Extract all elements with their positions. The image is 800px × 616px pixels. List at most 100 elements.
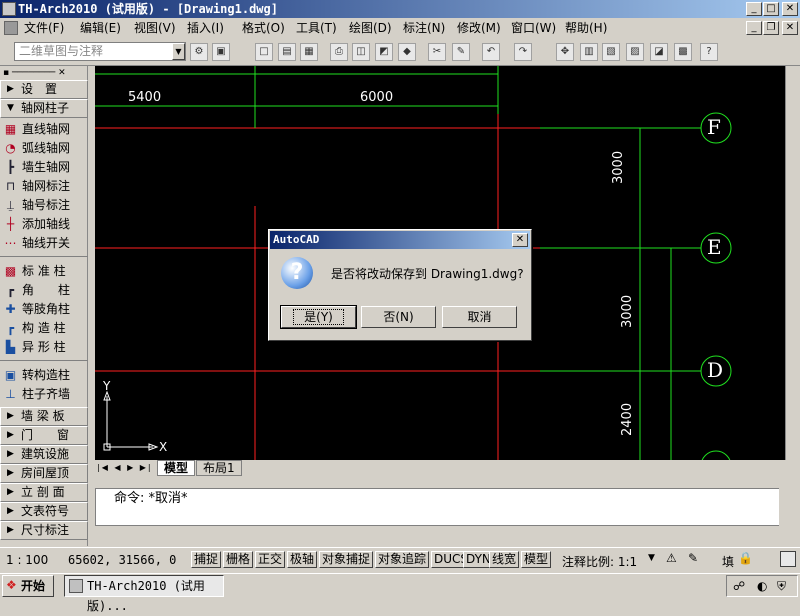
annotation-scale[interactable]: 注释比例: 1:1	[562, 553, 637, 570]
sidebar-item-wall-grid[interactable]: ┣ 墙生轴网	[0, 158, 88, 177]
workspace-settings-icon[interactable]: ⚙	[190, 43, 208, 61]
redo-icon[interactable]: ↷	[514, 43, 532, 61]
sidebar-group-text-symbols[interactable]: ▶ 文表符号	[0, 502, 88, 521]
no-button[interactable]: 否(N)	[361, 306, 436, 328]
osnap-toggle[interactable]: 对象捕捉	[319, 551, 374, 568]
publish-icon[interactable]: ◩	[375, 43, 393, 61]
close-button[interactable]: ✕	[782, 2, 798, 16]
window-title: TH-Arch2010 (试用版) - [Drawing1.dwg]	[18, 2, 278, 16]
menu-insert[interactable]: 插入(I)	[187, 20, 224, 36]
otrack-toggle[interactable]: 对象追踪	[375, 551, 430, 568]
undo-icon[interactable]: ↶	[482, 43, 500, 61]
app-icon[interactable]	[2, 2, 16, 16]
dialog-close-button[interactable]: ✕	[512, 233, 528, 247]
menu-window[interactable]: 窗口(W)	[511, 20, 556, 36]
lineweight-toggle[interactable]: 线宽	[489, 551, 520, 568]
tab-model[interactable]: 模型	[157, 460, 196, 476]
lock-icon[interactable]: 🔒	[738, 551, 754, 567]
menu-help[interactable]: 帮助(H)	[565, 20, 607, 36]
network-icon[interactable]: ☍	[733, 579, 745, 593]
document-icon[interactable]	[4, 21, 18, 35]
match-properties-icon[interactable]: ✎	[452, 43, 470, 61]
polar-toggle[interactable]: 极轴	[287, 551, 318, 568]
menu-file[interactable]: 文件(F)	[24, 20, 64, 36]
cut-icon[interactable]: ✂	[428, 43, 446, 61]
menu-view[interactable]: 视图(V)	[134, 20, 176, 36]
save-icon[interactable]: ▦	[300, 43, 318, 61]
sidebar-item-axis-toggle[interactable]: ⋯ 轴线开关	[0, 234, 88, 253]
vertical-scrollbar[interactable]	[785, 66, 800, 460]
chevron-down-icon[interactable]: ▼	[172, 43, 185, 60]
sidebar-handle[interactable]: ▪ ──────── ✕	[3, 68, 85, 78]
annotation-visibility-icon[interactable]: ⚠	[666, 551, 682, 567]
model-toggle[interactable]: 模型	[521, 551, 552, 568]
sidebar-item-straight-grid[interactable]: ▦ 直线轴网	[0, 120, 88, 139]
sidebar-group-doors-windows[interactable]: ▶ 门 窗	[0, 426, 88, 445]
command-window[interactable]: 命令: *取消*	[95, 488, 785, 526]
sidebar-item-constructional-column[interactable]: ┏ 构 造 柱	[0, 319, 88, 338]
sidebar-item-equal-corner-column[interactable]: ✚ 等肢角柱	[0, 300, 88, 319]
sidebar-group-dimensions[interactable]: ▶ 尺寸标注	[0, 521, 88, 540]
clean-screen-icon[interactable]	[780, 551, 796, 567]
calculator-icon[interactable]: ▩	[674, 43, 692, 61]
security-icon[interactable]: ⛨	[777, 579, 786, 594]
pan-icon[interactable]: ✥	[556, 43, 574, 61]
auto-scale-icon[interactable]: ✎	[688, 551, 704, 567]
sidebar-group-settings[interactable]: ▶ 设 置	[0, 80, 88, 99]
tab-layout1[interactable]: 布局1	[196, 460, 242, 476]
properties-icon[interactable]: ▥	[580, 43, 598, 61]
tool-palettes-icon[interactable]: ▨	[626, 43, 644, 61]
open-file-icon[interactable]: ▤	[278, 43, 296, 61]
sidebar-group-facilities[interactable]: ▶ 建筑设施	[0, 445, 88, 464]
scale-readout[interactable]: 1 : 100	[6, 553, 48, 567]
ortho-toggle[interactable]: 正交	[255, 551, 286, 568]
cancel-button[interactable]: 取消	[442, 306, 517, 328]
sidebar-group-rooms[interactable]: ▶ 房间屋顶	[0, 464, 88, 483]
sidebar-group-wall-beam[interactable]: ▶ 墙 梁 板	[0, 407, 88, 426]
chevron-down-icon[interactable]: ▼	[648, 553, 655, 563]
doc-restore-button[interactable]: ❐	[763, 21, 779, 35]
workspace-select[interactable]: 二维草图与注释	[14, 42, 186, 61]
sidebar-item-align-column[interactable]: ⊥ 柱子齐墙	[0, 385, 88, 404]
3d-publish-icon[interactable]: ◆	[398, 43, 416, 61]
menu-draw[interactable]: 绘图(D)	[349, 20, 392, 36]
sidebar-item-convert-column[interactable]: ▣ 转构造柱	[0, 366, 88, 385]
triangle-down-icon: ▼	[7, 103, 14, 113]
yes-button[interactable]: 是(Y)	[280, 305, 357, 329]
sidebar-item-axis-number[interactable]: ⍊ 轴号标注	[0, 196, 88, 215]
sidebar-item-standard-column[interactable]: ▩ 标 准 柱	[0, 262, 88, 281]
sidebar-item-grid-dim[interactable]: ⊓ 轴网标注	[0, 177, 88, 196]
sidebar-item-corner-column[interactable]: ┏ 角 柱	[0, 281, 88, 300]
print-icon[interactable]: ⎙	[330, 43, 348, 61]
doc-close-button[interactable]: ✕	[782, 21, 798, 35]
horizontal-scrollbar[interactable]	[95, 526, 785, 541]
menu-edit[interactable]: 编辑(E)	[80, 20, 121, 36]
doc-minimize-button[interactable]: _	[746, 21, 762, 35]
menu-tools[interactable]: 工具(T)	[296, 20, 337, 36]
minimize-button[interactable]: _	[746, 2, 762, 16]
volume-icon[interactable]: ◐	[757, 579, 767, 593]
sidebar-group-elevation[interactable]: ▶ 立 剖 面	[0, 483, 88, 502]
sidebar-item-shaped-column[interactable]: ▙ 异 形 柱	[0, 338, 88, 357]
command-scrollbar[interactable]	[779, 488, 796, 526]
menu-format[interactable]: 格式(O)	[242, 20, 285, 36]
snap-toggle[interactable]: 捕捉	[191, 551, 222, 568]
help-icon[interactable]: ?	[700, 43, 718, 61]
sidebar-item-arc-grid[interactable]: ◔ 弧线轴网	[0, 139, 88, 158]
grid-toggle[interactable]: 栅格	[223, 551, 254, 568]
start-button[interactable]: ❖ 开始	[2, 575, 54, 597]
menu-modify[interactable]: 修改(M)	[457, 20, 501, 36]
fill-toggle[interactable]: 填	[722, 553, 734, 570]
dim-text-5400: 5400	[128, 90, 162, 105]
maximize-button[interactable]: □	[763, 2, 779, 16]
preview-icon[interactable]: ◫	[352, 43, 370, 61]
sheet-set-icon[interactable]: ◪	[650, 43, 668, 61]
new-file-icon[interactable]: □	[255, 43, 273, 61]
sidebar-group-axis-columns[interactable]: ▼ 轴网柱子	[0, 99, 88, 118]
tab-nav-arrows[interactable]: |◀ ◀ ▶ ▶|	[97, 461, 155, 474]
taskbar-item-th-arch[interactable]: TH-Arch2010 (试用版)...	[64, 575, 224, 613]
workspace-save-icon[interactable]: ▣	[212, 43, 230, 61]
menu-dimension[interactable]: 标注(N)	[403, 20, 445, 36]
design-center-icon[interactable]: ▧	[602, 43, 620, 61]
sidebar-item-add-axis[interactable]: ┼ 添加轴线	[0, 215, 88, 234]
